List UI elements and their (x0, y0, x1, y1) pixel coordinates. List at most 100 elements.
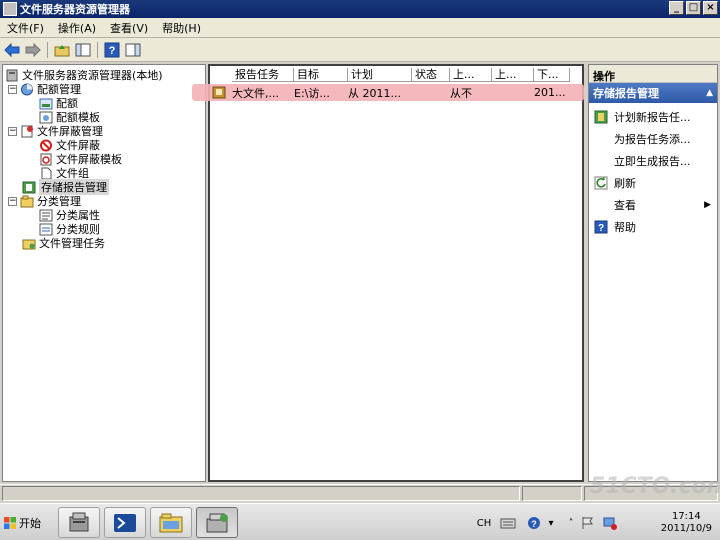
menu-action[interactable]: 操作(A) (51, 20, 103, 36)
toolbar-separator (97, 41, 98, 58)
action-add-to-report-task[interactable]: 为报告任务添... (589, 129, 717, 149)
menu-bar: 文件(F) 操作(A) 查看(V) 帮助(H) (0, 18, 720, 38)
tree-item-class-mgmt[interactable]: − 分类管理 (8, 194, 81, 208)
toolbar: ? (0, 38, 720, 62)
action-generate-report-now[interactable]: 立即生成报告... (589, 151, 717, 171)
action-refresh[interactable]: 刷新 (589, 173, 717, 193)
task-folder-icon (22, 239, 36, 249)
column-header-schedule[interactable]: 计划 (348, 68, 412, 82)
report-icon (212, 86, 226, 99)
column-header-target[interactable]: 目标 (294, 68, 348, 82)
server-manager-icon (69, 512, 89, 531)
column-header-report-task[interactable]: 报告任务 (232, 68, 294, 82)
title-bar: 文件服务器资源管理器 _ □ × (0, 0, 720, 18)
refresh-icon (594, 176, 608, 190)
flag-icon[interactable] (580, 515, 596, 531)
action-center-flag-icon (582, 517, 593, 529)
tree-item-quota-mgmt[interactable]: − 配额管理 (8, 82, 81, 96)
help-button[interactable]: ? (103, 41, 121, 59)
tree-item-class-rules[interactable]: 分类规则 (39, 222, 100, 236)
action-label: 立即生成报告... (614, 155, 691, 168)
maximize-button[interactable]: □ (686, 1, 701, 15)
cell-schedule: 从 2011... (348, 86, 401, 100)
menu-file[interactable]: 文件(F) (0, 20, 51, 36)
menu-help[interactable]: 帮助(H) (155, 20, 208, 36)
windows-logo-icon (4, 517, 16, 529)
action-label: 刷新 (614, 177, 636, 190)
tree-item-quota-template[interactable]: 配额模板 (39, 110, 100, 124)
close-button[interactable]: × (703, 1, 718, 15)
column-header-last-result[interactable]: 上... (492, 68, 534, 82)
cell-target: E:\访... (294, 86, 330, 100)
column-header-status[interactable]: 状态 (412, 68, 450, 82)
up-level-button[interactable] (53, 41, 71, 59)
window-controls: _ □ × (669, 1, 718, 15)
folder-up-icon (54, 44, 70, 56)
ime-options-icon[interactable]: ▾ (546, 516, 556, 530)
show-action-pane-button[interactable] (124, 41, 142, 59)
collapse-up-icon[interactable]: ▲ (706, 88, 713, 98)
taskbar-fsrm[interactable] (196, 507, 238, 538)
tree-item-file-screen[interactable]: 文件屏蔽 (39, 138, 100, 152)
show-hide-tree-button[interactable] (74, 41, 92, 59)
action-help[interactable]: ? 帮助 (589, 217, 717, 237)
back-arrow-icon (4, 42, 20, 57)
network-icon[interactable] (602, 515, 618, 531)
screen-template-icon (40, 153, 52, 165)
collapse-icon[interactable]: − (8, 126, 17, 136)
cell-last-run: 从不 (450, 86, 472, 100)
help-tray-icon[interactable]: ? (526, 515, 542, 531)
rule-icon (39, 223, 53, 235)
show-hidden-icons-button[interactable]: ˄ (566, 516, 576, 530)
table-row[interactable]: 大文件,... E:\访... 从 2011... 从不 201... (192, 84, 584, 101)
file-server-icon (206, 513, 228, 532)
action-label: 计划新报告任... (614, 111, 691, 124)
system-tray: CH ? ▾ ˄ 17:14 2011/10/9 (470, 507, 720, 538)
taskbar-powershell[interactable] (104, 507, 146, 538)
collapse-icon[interactable]: − (8, 196, 17, 206)
collapse-icon[interactable]: − (8, 84, 17, 94)
help-icon: ? (104, 42, 120, 57)
forward-button[interactable] (24, 41, 42, 59)
server-icon (6, 69, 18, 81)
keyboard-icon (500, 518, 516, 529)
column-header-last-run[interactable]: 上... (450, 68, 492, 82)
back-button[interactable] (3, 41, 21, 59)
taskbar-explorer[interactable] (150, 507, 192, 538)
storage-report-icon (22, 181, 36, 193)
action-pane: 操作 存储报告管理 ▲ 计划新报告任... 为报告任务添... 立即生成报告..… (588, 64, 718, 482)
taskbar: 开始 CH ? ▾ ˄ 17:14 2011/10/9 (0, 503, 720, 540)
taskbar-server-manager[interactable] (58, 507, 100, 538)
quota-template-icon (39, 111, 53, 123)
window-title: 文件服务器资源管理器 (20, 3, 130, 16)
start-label: 开始 (19, 517, 41, 530)
tree-item-storage-report[interactable]: 存储报告管理 (22, 179, 109, 195)
action-schedule-new-report[interactable]: 计划新报告任... (589, 107, 717, 127)
start-button[interactable]: 开始 (3, 510, 45, 536)
tree-item-quota[interactable]: 配额 (39, 96, 78, 110)
quota-icon (39, 98, 53, 109)
cell-next-run: 201... (534, 86, 566, 99)
quota-icon (21, 83, 33, 95)
keyboard-icon[interactable] (500, 515, 516, 531)
cell-report-task: 大文件,... (232, 86, 279, 100)
console-tree-icon (75, 43, 91, 56)
language-indicator[interactable]: CH (476, 516, 492, 530)
tree-item-root[interactable]: 文件服务器资源管理器(本地) (5, 68, 163, 82)
tree-item-file-group[interactable]: 文件组 (39, 166, 89, 180)
action-label: 为报告任务添... (614, 133, 691, 146)
menu-view[interactable]: 查看(V) (103, 20, 155, 36)
tree-item-file-mgmt-tasks[interactable]: 文件管理任务 (22, 236, 105, 250)
tree-item-screen-mgmt[interactable]: − 文件屏蔽管理 (8, 124, 103, 138)
tree-item-file-screen-template[interactable]: 文件屏蔽模板 (39, 152, 122, 166)
tree-item-class-props[interactable]: 分类属性 (39, 208, 100, 222)
action-pane-icon (125, 43, 141, 56)
minimize-button[interactable]: _ (669, 1, 684, 15)
column-header-next-run[interactable]: 下... (534, 68, 570, 82)
action-view[interactable]: 查看 ▶ (589, 195, 717, 215)
clock[interactable]: 17:14 2011/10/9 (661, 511, 712, 535)
action-section-header[interactable]: 存储报告管理 ▲ (589, 83, 717, 103)
report-task-list: 报告任务 目标 计划 状态 上... 上... 下... 大文件,... E:\… (192, 64, 584, 482)
clock-time: 17:14 (671, 511, 701, 522)
block-icon (40, 139, 52, 151)
